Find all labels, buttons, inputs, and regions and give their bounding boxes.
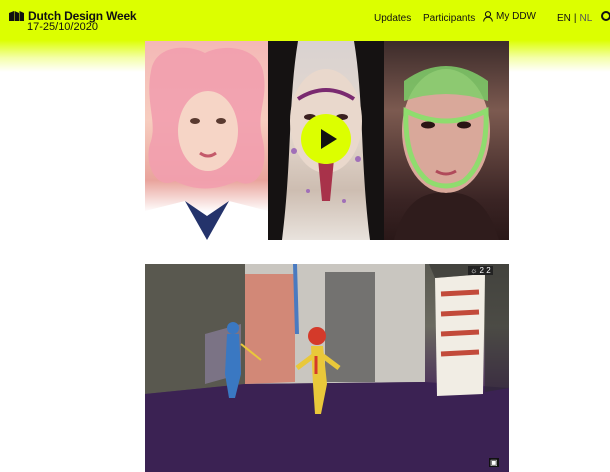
nav-my-ddw[interactable]: My DDW (483, 11, 536, 22)
game-scene (145, 264, 509, 472)
user-icon (483, 11, 493, 22)
lang-en[interactable]: EN (557, 13, 571, 24)
play-button[interactable] (301, 114, 351, 164)
video-panel-left (145, 41, 268, 240)
portrait-pink-hair (145, 47, 268, 240)
play-icon (321, 129, 337, 149)
lang-nl[interactable]: NL (580, 13, 593, 24)
nav-participants[interactable]: Participants (423, 13, 475, 24)
my-ddw-label: My DDW (496, 11, 536, 22)
video-panel-right (384, 41, 509, 240)
portrait-green-mask (394, 66, 499, 240)
game-screenshot[interactable] (145, 264, 509, 472)
event-dates: 17-25/10/2020 (27, 21, 98, 33)
ddw-logo-icon (9, 11, 24, 21)
game-hud: ☼ 2 2 (468, 266, 493, 275)
nav-updates[interactable]: Updates (374, 13, 411, 24)
fullscreen-icon[interactable]: ▣ (489, 458, 499, 467)
circle-icon[interactable] (601, 11, 610, 21)
language-switch: EN | NL (557, 13, 592, 24)
lang-separator: | (573, 13, 577, 24)
